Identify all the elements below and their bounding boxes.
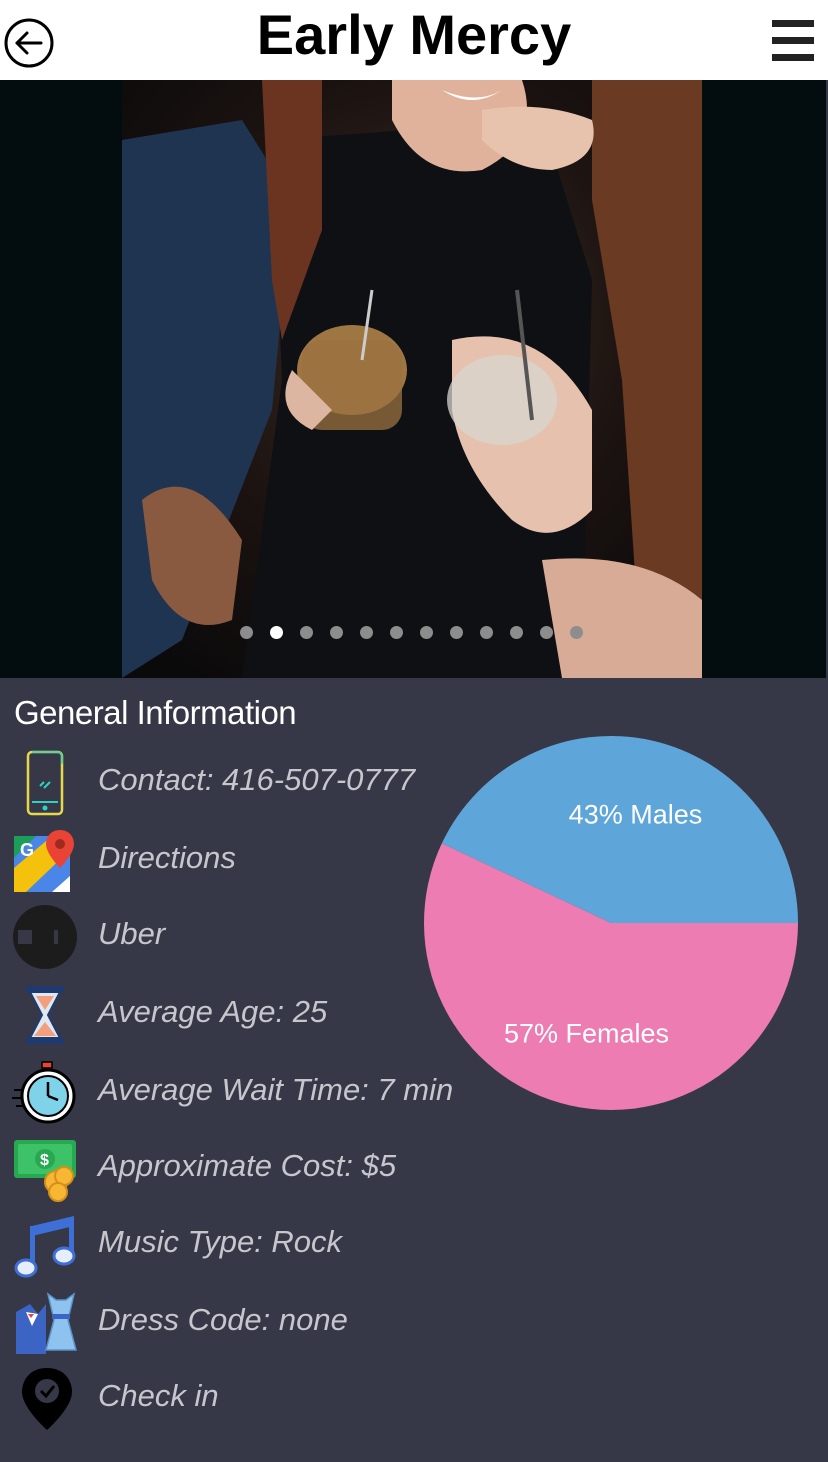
pie-label-females: 57% Females [504,1018,669,1048]
hamburger-menu-icon [772,20,814,27]
stopwatch-icon [12,1060,78,1126]
dress-code-label: Dress Code: none [98,1302,348,1337]
carousel-dot[interactable] [450,626,463,639]
carousel-dot[interactable] [390,626,403,639]
page-title: Early Mercy [256,3,572,66]
menu-button[interactable] [772,18,816,62]
carousel-dot[interactable] [480,626,493,639]
check-in-row[interactable]: Check in [12,1366,472,1432]
dress-code-row: Dress Code: none [12,1290,472,1356]
money-icon: $ [12,1136,78,1202]
section-title: General Information [14,694,297,731]
music-type-label: Music Type: Rock [98,1224,343,1259]
music-note-icon [12,1212,78,1278]
directions-row[interactable]: G Directions [12,828,472,894]
cost-row: $ Approximate Cost: $5 [12,1136,472,1202]
contact-label: Contact: 416-507-0777 [98,762,416,797]
carousel-dot[interactable] [360,626,373,639]
carousel-dot[interactable] [270,626,283,639]
carousel-dot[interactable] [330,626,343,639]
svg-text:G: G [20,840,34,860]
gender-pie-chart: 43% Males 57% Females [424,736,798,1110]
wait-time-row: Average Wait Time: 7 min [12,1060,472,1126]
uber-icon [12,904,78,970]
hourglass-icon [12,982,78,1048]
photo-carousel[interactable] [0,80,826,678]
carousel-dot[interactable] [540,626,553,639]
carousel-dot[interactable] [570,626,583,639]
carousel-dot[interactable] [240,626,253,639]
directions-label: Directions [98,840,236,875]
pie-label-males: 43% Males [569,800,703,830]
carousel-dot[interactable] [420,626,433,639]
wait-time-label: Average Wait Time: 7 min [98,1072,454,1107]
average-age-row: Average Age: 25 [12,982,472,1048]
check-in-label: Check in [98,1378,219,1413]
cost-label: Approximate Cost: $5 [98,1148,397,1183]
location-pin-check-icon [12,1366,78,1432]
dress-code-icon [12,1290,78,1356]
average-age-label: Average Age: 25 [98,994,328,1029]
google-maps-icon: G [12,828,78,894]
app-header: Early Mercy [0,0,828,80]
music-type-row: Music Type: Rock [12,1212,472,1278]
uber-row[interactable]: Uber [12,904,472,970]
carousel-dot[interactable] [300,626,313,639]
smartphone-icon [12,750,78,816]
svg-text:$: $ [40,1152,49,1169]
venue-photo [122,80,702,678]
carousel-dot[interactable] [510,626,523,639]
contact-row[interactable]: Contact: 416-507-0777 [12,750,472,816]
uber-label: Uber [98,916,166,951]
